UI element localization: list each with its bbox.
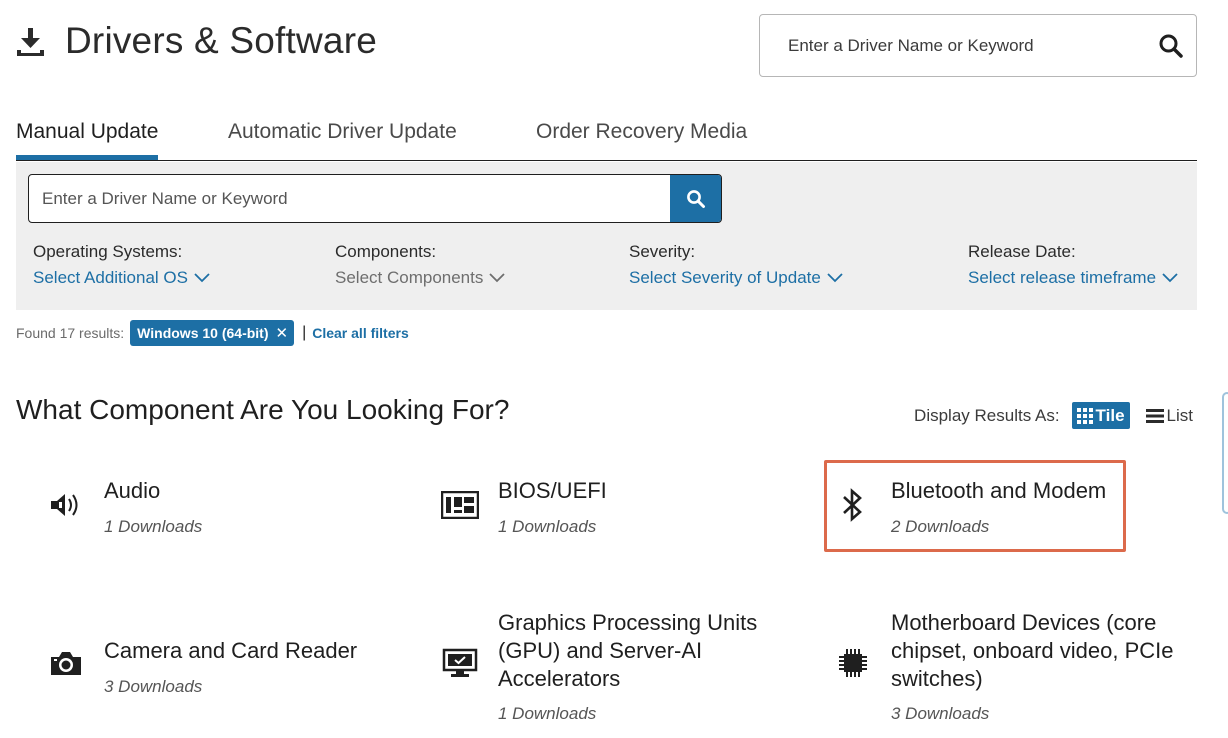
results-count: Found 17 results: <box>16 325 125 341</box>
components-filter-select[interactable]: Select Components <box>335 268 506 288</box>
component-tile-bios-uefi[interactable]: BIOS/UEFI 1 Downloads <box>440 477 780 547</box>
download-count: 1 Downloads <box>104 517 203 536</box>
header-search-input[interactable] <box>788 32 1148 60</box>
monitor-icon <box>440 643 480 683</box>
severity-filter: Severity: Select Severity of Update <box>629 242 843 288</box>
severity-filter-select[interactable]: Select Severity of Update <box>629 268 843 288</box>
tab-order-recovery-media[interactable]: Order Recovery Media <box>536 120 747 144</box>
severity-filter-value: Select Severity of Update <box>629 268 821 287</box>
chevron-down-icon <box>489 273 506 283</box>
separator: | <box>302 324 307 341</box>
header-search-box[interactable] <box>759 14 1197 77</box>
filter-panel: Operating Systems: Select Additional OS … <box>16 162 1197 310</box>
component-name: Camera and Card Reader <box>104 638 358 663</box>
display-mode-toggle: Display Results As: Tile List <box>914 402 1193 429</box>
download-count: 1 Downloads <box>498 517 597 536</box>
search-icon <box>686 189 705 208</box>
results-summary: Found 17 results: Windows 10 (64-bit) ✕ … <box>16 320 409 346</box>
release-date-filter-select[interactable]: Select release timeframe <box>968 268 1178 288</box>
os-filter-chip-label: Windows 10 (64-bit) <box>137 325 269 341</box>
tab-automatic-driver-update[interactable]: Automatic Driver Update <box>228 120 457 144</box>
os-filter: Operating Systems: Select Additional OS <box>33 242 210 288</box>
os-filter-value: Select Additional OS <box>33 268 188 287</box>
components-filter-label: Components: <box>335 242 437 261</box>
component-tile-gpu[interactable]: Graphics Processing Units (GPU) and Serv… <box>440 609 780 727</box>
display-mode-label: Display Results As: <box>914 405 1060 425</box>
bluetooth-icon <box>833 485 873 525</box>
release-date-filter-label: Release Date: <box>968 242 1076 261</box>
download-icon <box>17 28 44 56</box>
download-count: 3 Downloads <box>104 677 203 696</box>
download-count: 1 Downloads <box>498 704 597 723</box>
chevron-down-icon <box>194 273 210 283</box>
severity-filter-label: Severity: <box>629 242 696 261</box>
section-title: What Component Are You Looking For? <box>16 394 510 425</box>
release-date-filter-value: Select release timeframe <box>968 268 1157 287</box>
component-name: Audio <box>104 478 161 503</box>
component-name: Motherboard Devices (core chipset, onboa… <box>891 610 1174 691</box>
component-tile-motherboard-devices[interactable]: Motherboard Devices (core chipset, onboa… <box>833 609 1193 727</box>
tab-manual-update[interactable]: Manual Update <box>16 120 159 160</box>
tile-view-label: Tile <box>1095 405 1125 425</box>
tile-view-button[interactable]: Tile <box>1071 402 1130 429</box>
page-header: Drivers & Software <box>0 0 1228 100</box>
chevron-down-icon <box>1162 273 1178 283</box>
update-tabs: Manual Update Automatic Driver Update Or… <box>16 112 1197 161</box>
component-tile-camera-card-reader[interactable]: Camera and Card Reader 3 Downloads <box>46 637 386 707</box>
download-count: 3 Downloads <box>891 704 990 723</box>
chevron-down-icon <box>827 273 843 283</box>
search-icon[interactable] <box>1158 33 1184 59</box>
component-name: Bluetooth and Modem <box>891 478 1107 503</box>
components-filter-value: Select Components <box>335 268 484 287</box>
feedback-side-tab[interactable] <box>1222 392 1228 514</box>
bios-chip-icon <box>440 485 480 525</box>
page-title: Drivers & Software <box>65 20 378 61</box>
os-filter-chip[interactable]: Windows 10 (64-bit) ✕ <box>130 320 295 346</box>
component-tile-bluetooth-modem[interactable]: Bluetooth and Modem 2 Downloads <box>833 477 1123 547</box>
list-view-label: List <box>1166 405 1193 425</box>
driver-search-input[interactable] <box>42 185 662 213</box>
grid-icon <box>1076 407 1093 424</box>
speaker-icon <box>46 485 86 525</box>
list-icon <box>1145 408 1164 423</box>
download-count: 2 Downloads <box>891 517 990 536</box>
camera-icon <box>46 643 86 683</box>
processor-chip-icon <box>833 643 873 683</box>
os-filter-label: Operating Systems: <box>33 242 183 261</box>
os-filter-select[interactable]: Select Additional OS <box>33 268 210 288</box>
clear-all-filters-link[interactable]: Clear all filters <box>312 325 409 341</box>
driver-search-button[interactable] <box>670 175 721 222</box>
component-name: Graphics Processing Units (GPU) and Serv… <box>498 610 758 691</box>
components-filter: Components: Select Components <box>335 242 506 288</box>
driver-search-box[interactable] <box>28 174 722 223</box>
release-date-filter: Release Date: Select release timeframe <box>968 242 1178 288</box>
component-name: BIOS/UEFI <box>498 478 607 503</box>
component-tile-audio[interactable]: Audio 1 Downloads <box>46 477 386 547</box>
list-view-button[interactable]: List <box>1145 405 1193 426</box>
close-icon[interactable]: ✕ <box>276 324 289 342</box>
